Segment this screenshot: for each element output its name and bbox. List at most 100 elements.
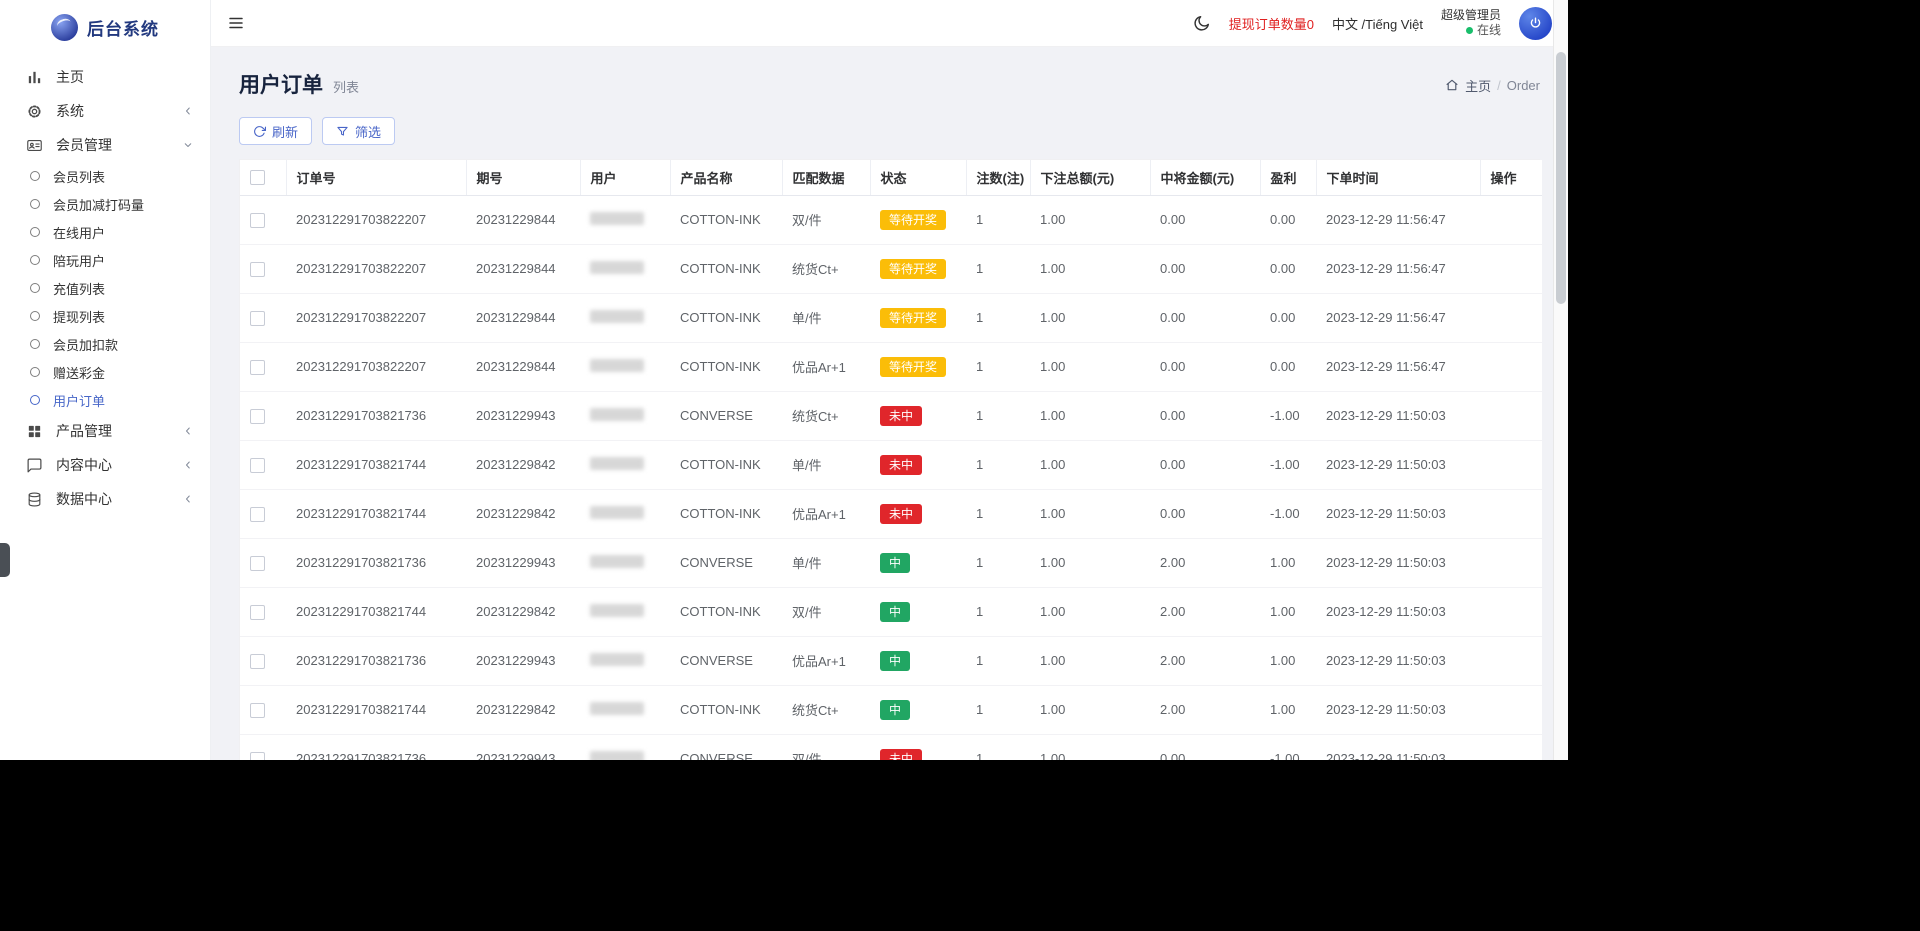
row-checkbox[interactable] bbox=[250, 409, 265, 424]
sidebar-subitem-gift-bonus[interactable]: 赠送彩金 bbox=[0, 358, 210, 386]
sidebar-item-home[interactable]: 主页 bbox=[0, 60, 210, 94]
blurred-username bbox=[590, 702, 644, 715]
row-checkbox[interactable] bbox=[250, 458, 265, 473]
sidebar-subitem-member-code-volume[interactable]: 会员加减打码量 bbox=[0, 190, 210, 218]
blurred-username bbox=[590, 604, 644, 617]
status-badge: 中 bbox=[880, 602, 910, 622]
row-checkbox[interactable] bbox=[250, 507, 265, 522]
row-checkbox[interactable] bbox=[250, 262, 265, 277]
breadcrumb-home[interactable]: 主页 bbox=[1465, 76, 1491, 95]
profit-cell: 1.00 bbox=[1260, 685, 1316, 734]
blurred-username bbox=[590, 310, 644, 323]
scrollbar-thumb[interactable] bbox=[1556, 52, 1566, 304]
sidebar-item-label: 系统 bbox=[56, 101, 84, 121]
filter-button[interactable]: 筛选 bbox=[322, 117, 395, 145]
column-header: 用户 bbox=[580, 160, 670, 195]
sidebar-item-products[interactable]: 产品管理 bbox=[0, 414, 210, 448]
row-checkbox[interactable] bbox=[250, 556, 265, 571]
actions-cell bbox=[1480, 244, 1542, 293]
row-checkbox-cell bbox=[240, 538, 286, 587]
sidebar-subitem-member-adjust[interactable]: 会员加扣款 bbox=[0, 330, 210, 358]
period-no-cell: 20231229844 bbox=[466, 293, 580, 342]
order-no-cell: 202312291703821736 bbox=[286, 538, 466, 587]
row-checkbox-cell bbox=[240, 587, 286, 636]
chat-icon bbox=[26, 457, 43, 474]
language-switcher[interactable]: 中文 /Tiếng Việt bbox=[1332, 14, 1423, 33]
product-cell: COTTON-INK bbox=[670, 293, 782, 342]
sidebar-item-system[interactable]: 系统 bbox=[0, 94, 210, 128]
total-cell: 1.00 bbox=[1030, 244, 1150, 293]
row-checkbox[interactable] bbox=[250, 360, 265, 375]
dark-mode-icon[interactable] bbox=[1192, 14, 1211, 33]
column-header: 订单号 bbox=[286, 160, 466, 195]
chevron-left-icon bbox=[182, 105, 194, 117]
actions-cell bbox=[1480, 293, 1542, 342]
sidebar-item-content[interactable]: 内容中心 bbox=[0, 448, 210, 482]
sidebar-subitem-withdraw-list[interactable]: 提现列表 bbox=[0, 302, 210, 330]
circle-icon bbox=[30, 311, 40, 321]
win-amount-cell: 0.00 bbox=[1150, 195, 1260, 244]
scrollbar-track[interactable] bbox=[1553, 0, 1568, 760]
breadcrumb: 主页 / Order bbox=[1445, 76, 1540, 95]
home-icon bbox=[1445, 78, 1459, 92]
actions-cell bbox=[1480, 734, 1542, 760]
refresh-button[interactable]: 刷新 bbox=[239, 117, 312, 145]
status-cell: 未中 bbox=[870, 391, 966, 440]
win-amount-cell: 0.00 bbox=[1150, 440, 1260, 489]
row-checkbox[interactable] bbox=[250, 213, 265, 228]
user-cell bbox=[580, 685, 670, 734]
time-cell: 2023-12-29 11:50:03 bbox=[1316, 734, 1480, 760]
row-checkbox-cell bbox=[240, 440, 286, 489]
sidebar-nav: 主页系统会员管理会员列表会员加减打码量在线用户陪玩用户充值列表提现列表会员加扣款… bbox=[0, 60, 210, 516]
total-cell: 1.00 bbox=[1030, 636, 1150, 685]
sidebar-subitem-play-users[interactable]: 陪玩用户 bbox=[0, 246, 210, 274]
db-icon bbox=[26, 491, 43, 508]
sidebar-subitem-member-list[interactable]: 会员列表 bbox=[0, 162, 210, 190]
table-row: 20231229170382220720231229844COTTON-INK双… bbox=[240, 195, 1542, 244]
sidebar-item-members[interactable]: 会员管理 bbox=[0, 128, 210, 162]
win-amount-cell: 2.00 bbox=[1150, 636, 1260, 685]
row-checkbox[interactable] bbox=[250, 703, 265, 718]
status-badge: 等待开奖 bbox=[880, 357, 946, 377]
avatar[interactable] bbox=[1519, 7, 1552, 40]
blurred-username bbox=[590, 408, 644, 421]
row-checkbox[interactable] bbox=[250, 605, 265, 620]
sidebar-item-data[interactable]: 数据中心 bbox=[0, 482, 210, 516]
status-badge: 等待开奖 bbox=[880, 259, 946, 279]
online-status-label: 在线 bbox=[1477, 23, 1501, 38]
circle-icon bbox=[30, 283, 40, 293]
select-all-checkbox[interactable] bbox=[250, 170, 265, 185]
refresh-icon bbox=[253, 125, 266, 138]
app-window: 后台系统 主页系统会员管理会员列表会员加减打码量在线用户陪玩用户充值列表提现列表… bbox=[0, 0, 1568, 760]
header-checkbox-cell bbox=[240, 160, 286, 195]
user-cell bbox=[580, 391, 670, 440]
sidebar-subitem-label: 赠送彩金 bbox=[53, 363, 105, 382]
sidebar-subitem-label: 会员加减打码量 bbox=[53, 195, 144, 214]
row-checkbox[interactable] bbox=[250, 654, 265, 669]
order-no-cell: 202312291703821744 bbox=[286, 440, 466, 489]
withdraw-orders-notice[interactable]: 提现订单数量0 bbox=[1229, 14, 1314, 33]
sidebar-collapse-handle[interactable] bbox=[0, 543, 10, 577]
chevron-left-icon bbox=[182, 425, 194, 437]
status-badge: 未中 bbox=[880, 504, 922, 524]
product-cell: CONVERSE bbox=[670, 391, 782, 440]
table-header-row: 订单号期号用户产品名称匹配数据状态注数(注)下注总额(元)中将金额(元)盈利下单… bbox=[240, 160, 1542, 195]
menu-toggle-icon[interactable] bbox=[227, 14, 245, 32]
user-menu[interactable]: 超级管理员 在线 bbox=[1441, 8, 1501, 38]
profit-cell: 0.00 bbox=[1260, 342, 1316, 391]
row-checkbox[interactable] bbox=[250, 752, 265, 760]
circle-icon bbox=[30, 227, 40, 237]
logo[interactable]: 后台系统 bbox=[0, 0, 210, 54]
filter-icon bbox=[336, 125, 349, 138]
row-checkbox[interactable] bbox=[250, 311, 265, 326]
actions-cell bbox=[1480, 636, 1542, 685]
sidebar-subitem-user-orders[interactable]: 用户订单 bbox=[0, 386, 210, 414]
bets-cell: 1 bbox=[966, 734, 1030, 760]
actions-cell bbox=[1480, 195, 1542, 244]
blurred-username bbox=[590, 653, 644, 666]
order-no-cell: 202312291703821736 bbox=[286, 636, 466, 685]
total-cell: 1.00 bbox=[1030, 195, 1150, 244]
sidebar-subitem-recharge-list[interactable]: 充值列表 bbox=[0, 274, 210, 302]
table-row: 20231229170382174420231229842COTTON-INK双… bbox=[240, 587, 1542, 636]
sidebar-subitem-online-users[interactable]: 在线用户 bbox=[0, 218, 210, 246]
